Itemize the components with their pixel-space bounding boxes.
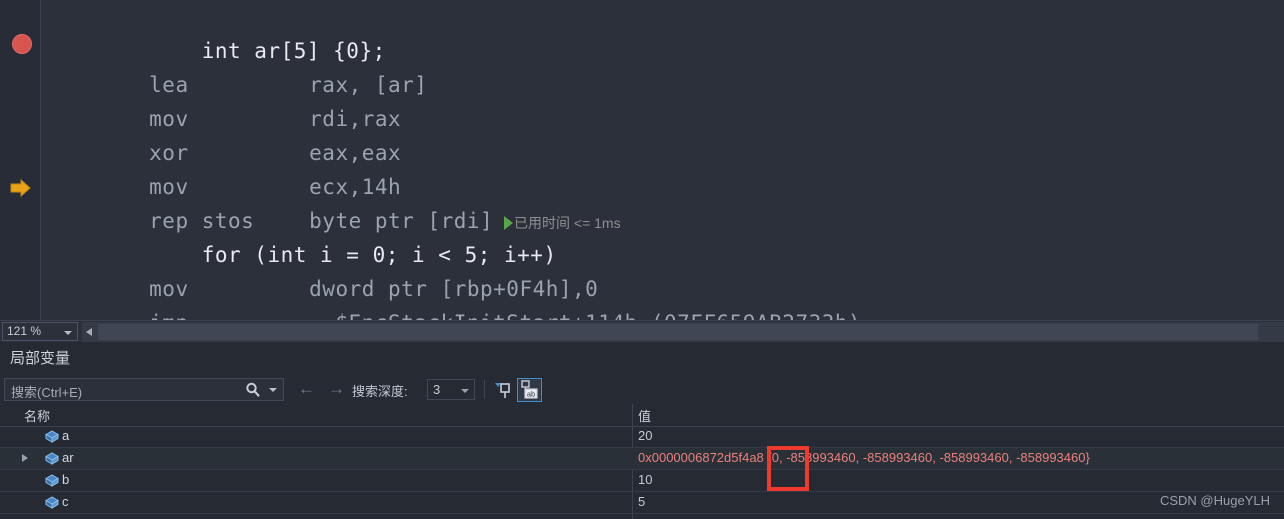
watermark: CSDN @HugeYLH	[1159, 493, 1270, 508]
table-row[interactable]: ar 0x0000006872d5f4a8 {0, -858993460, -8…	[0, 448, 1284, 470]
grid-header: 名称 值	[0, 404, 1284, 427]
asm-mnemonic: lea	[149, 73, 189, 97]
zoom-level-dropdown[interactable]: 121 %	[2, 322, 78, 341]
asm-mnemonic: mov	[149, 175, 189, 199]
search-input[interactable]: 搜索(Ctrl+E)	[4, 378, 284, 401]
pin-button[interactable]	[492, 379, 514, 401]
variable-icon	[44, 429, 60, 444]
asm-operands: dword ptr [rbp+0F4h],0	[309, 277, 599, 301]
variable-value[interactable]: 20	[638, 428, 652, 443]
horizontal-scrollbar[interactable]	[82, 322, 1284, 342]
locals-row-list: a 20 ar 0x0000006872d5f4a8 {0, -85899346…	[0, 426, 1284, 514]
table-row[interactable]: b 10	[0, 470, 1284, 492]
search-previous-button[interactable]: ←	[298, 380, 315, 398]
current-instruction-arrow-icon	[10, 178, 32, 198]
search-options-chevron-icon[interactable]	[269, 388, 277, 392]
search-depth-value: 3	[433, 382, 441, 397]
disassembly-pane[interactable]: int ar[5] {0}; lea rax, [ar] mov rdi,rax x…	[0, 0, 1284, 320]
variable-value[interactable]: 5	[638, 494, 645, 509]
search-next-button[interactable]: →	[328, 380, 345, 398]
locals-toolbar: 搜索(Ctrl+E) ← → 搜索深度: 3 ab	[0, 376, 1284, 405]
column-header-name[interactable]: 名称	[24, 406, 50, 425]
asm-mnemonic: mov	[149, 107, 189, 131]
code-line-source: int ar[5] {0};	[149, 39, 386, 63]
search-depth-dropdown[interactable]: 3	[427, 379, 475, 400]
variable-value[interactable]: 0x0000006872d5f4a8 {0, -858993460, -8589…	[638, 450, 1090, 465]
asm-operands: __$EncStackInitStart+114h (07FF659AB2733…	[309, 311, 861, 320]
code-line-source: for (int i = 0; i < 5; i++)	[149, 243, 557, 267]
code-line-list: int ar[5] {0}; lea rax, [ar] mov rdi,rax x…	[44, 0, 1284, 320]
elapsed-time-annotation[interactable]: 已用时间 <= 1ms	[493, 215, 621, 231]
column-header-value[interactable]: 值	[638, 406, 651, 425]
table-row[interactable]: c 5	[0, 492, 1284, 514]
scroll-left-arrow-icon[interactable]	[82, 322, 96, 342]
toolbar-divider	[484, 380, 485, 399]
editor-bottom-strip: 121 %	[0, 320, 1284, 343]
asm-operands: byte ptr [rdi]	[309, 209, 494, 233]
chevron-down-icon	[64, 331, 72, 335]
variable-name: ar	[62, 450, 74, 465]
panel-title: 局部变量	[10, 350, 71, 367]
variable-icon	[44, 495, 60, 510]
svg-text:ab: ab	[527, 390, 535, 399]
toggle-raw-view-button[interactable]: ab	[517, 378, 542, 402]
search-depth-label: 搜索深度:	[352, 384, 408, 399]
zoom-level-value: 121 %	[7, 324, 42, 338]
asm-mnemonic: jmp	[149, 306, 309, 320]
variable-icon	[44, 451, 60, 466]
asm-mnemonic: mov	[149, 277, 189, 301]
variable-name: b	[62, 472, 70, 487]
variable-value[interactable]: 10	[638, 472, 652, 487]
table-row[interactable]: a 20	[0, 426, 1284, 448]
variable-icon	[44, 473, 60, 488]
breakpoint-icon[interactable]	[12, 34, 32, 54]
code-line[interactable]: int ar[5] {0};	[44, 0, 1284, 63]
variable-name: c	[62, 494, 69, 509]
elapsed-time-label: 已用时间 <= 1ms	[514, 215, 621, 231]
expand-triangle-icon[interactable]	[22, 454, 28, 462]
asm-mnemonic: rep stos	[149, 209, 255, 233]
asm-mnemonic: xor	[149, 141, 189, 165]
chevron-down-icon	[461, 389, 469, 393]
play-triangle-icon	[504, 216, 514, 230]
gutter-divider	[40, 0, 41, 320]
asm-operands: ecx,14h	[309, 175, 402, 199]
asm-operands: rdi,rax	[309, 107, 402, 131]
asm-operands: rax, [ar]	[309, 73, 428, 97]
debugger-window: int ar[5] {0}; lea rax, [ar] mov rdi,rax x…	[0, 0, 1284, 519]
search-placeholder: 搜索(Ctrl+E)	[11, 385, 83, 400]
locals-panel: 局部变量 搜索(Ctrl+E) ← → 搜索深度: 3 ab 名称 值 a 20…	[0, 342, 1284, 519]
variable-name: a	[62, 428, 70, 443]
scrollbar-thumb[interactable]	[98, 324, 1258, 340]
search-icon[interactable]	[245, 382, 261, 398]
asm-operands: eax,eax	[309, 141, 402, 165]
